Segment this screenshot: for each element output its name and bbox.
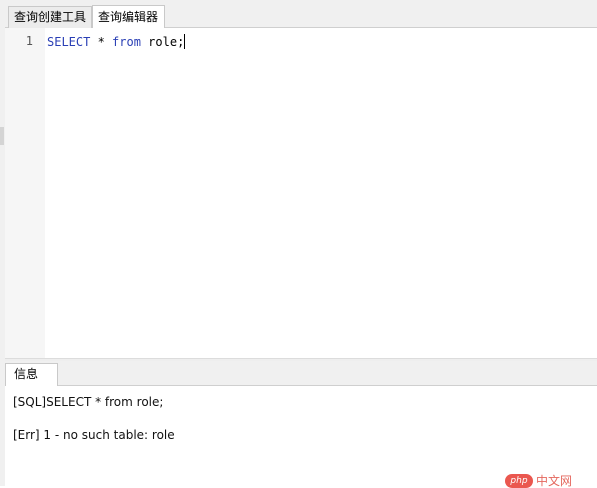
sql-token: *: [90, 35, 113, 49]
tab-query-builder[interactable]: 查询创建工具: [8, 6, 92, 28]
text-caret: [184, 34, 186, 49]
sql-token-table: role;: [140, 35, 185, 49]
info-panel: [SQL]SELECT * from role; [Err] 1 - no su…: [5, 386, 597, 486]
sql-keyword-from: from: [112, 35, 141, 49]
line-number: 1: [25, 34, 33, 48]
code-line[interactable]: SELECT * from role;: [47, 34, 186, 49]
editor-tab-bar: 查询创建工具 查询编辑器: [5, 4, 597, 28]
message-sql: [SQL]SELECT * from role;: [13, 395, 164, 409]
tab-query-editor[interactable]: 查询编辑器: [92, 5, 165, 28]
sql-editor[interactable]: 1 SELECT * from role;: [5, 28, 597, 358]
tab-info[interactable]: 信息: [5, 363, 58, 386]
bottom-tab-bar: 信息: [5, 361, 597, 386]
left-splitter-handle[interactable]: [0, 127, 4, 145]
sql-keyword-select: SELECT: [47, 35, 91, 49]
line-number-gutter: 1: [5, 28, 45, 358]
message-error: [Err] 1 - no such table: role: [13, 428, 175, 442]
